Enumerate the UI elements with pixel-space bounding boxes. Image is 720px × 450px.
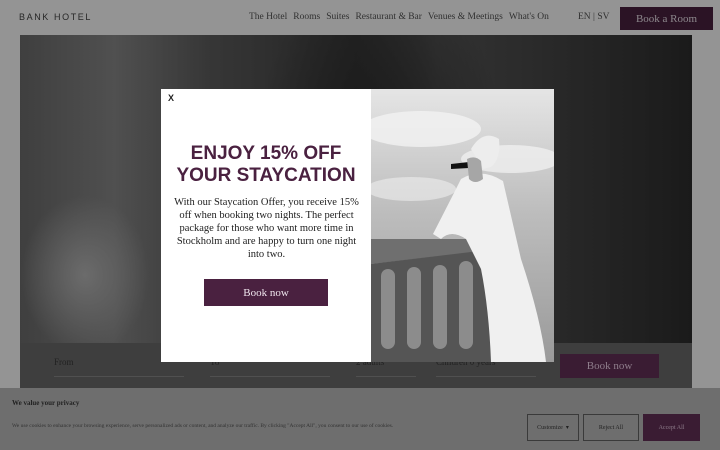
promo-book-now-button[interactable]: Book now	[204, 279, 328, 306]
cookie-accept-button[interactable]: Accept All	[643, 414, 700, 441]
booking-book-now-button[interactable]: Book now	[560, 354, 659, 378]
cookie-title: We value your privacy	[12, 399, 80, 407]
promo-title-line2: YOUR STAYCATION	[176, 165, 356, 186]
cookie-customize-button[interactable]: Customize ▾	[527, 414, 579, 441]
promo-title: ENJOY 15% OFF YOUR STAYCATION	[166, 143, 366, 187]
close-icon[interactable]: X	[168, 93, 174, 103]
promo-photo-illustration	[371, 111, 554, 362]
cookie-reject-button[interactable]: Reject All	[583, 414, 639, 441]
cookie-text: We use cookies to enhance your browsing …	[12, 423, 394, 429]
promo-title-line1: ENJOY 15% OFF	[190, 143, 342, 164]
cookie-customize-label: Customize	[537, 424, 563, 431]
caret-down-icon: ▾	[565, 425, 569, 431]
promo-photo	[371, 89, 554, 362]
promo-body: With our Staycation Offer, you receive 1…	[174, 197, 359, 260]
